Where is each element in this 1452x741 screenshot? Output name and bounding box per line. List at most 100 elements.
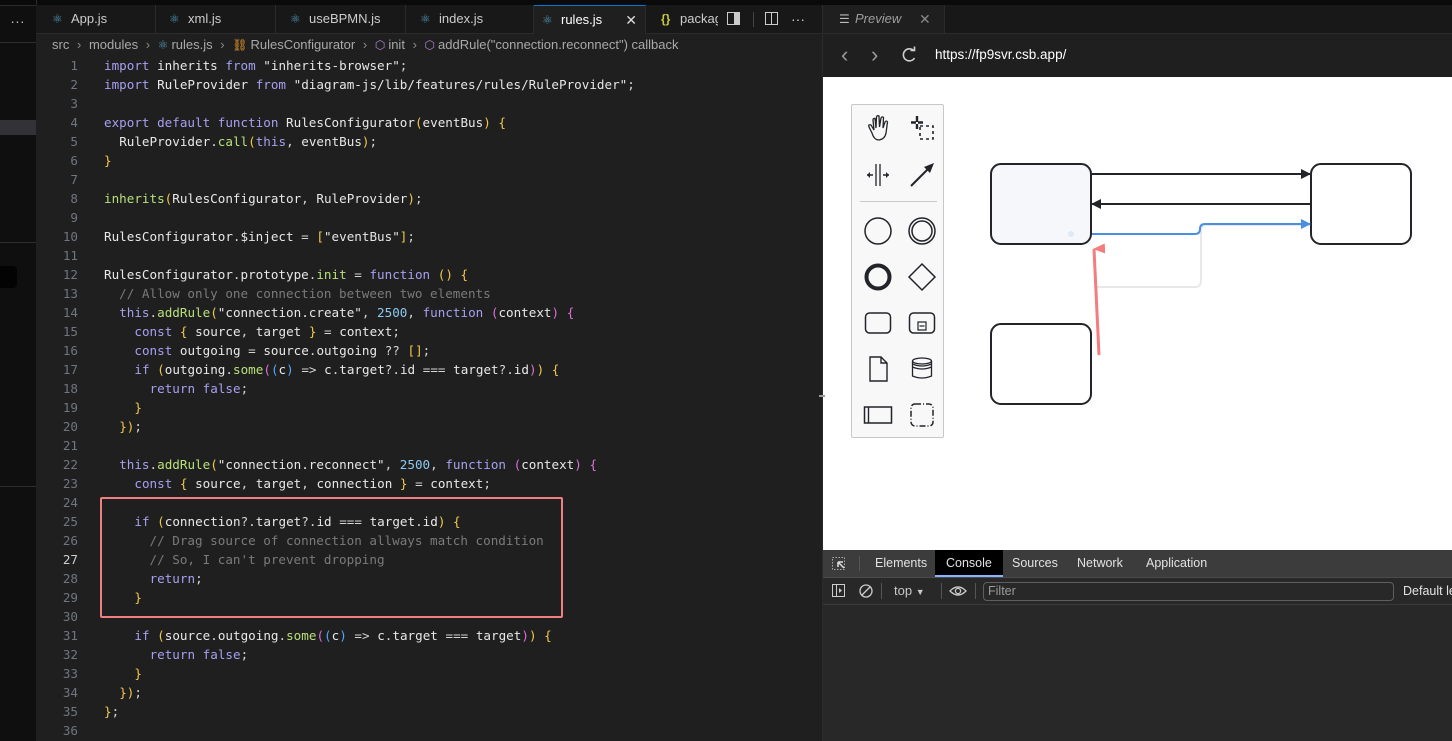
tab-application[interactable]: Application (1146, 550, 1207, 577)
start-event-button[interactable] (858, 211, 898, 251)
lasso-tool-button[interactable] (902, 109, 942, 149)
code-line[interactable]: 35}; (36, 702, 822, 721)
tab-xml-js[interactable]: ⚛ xml.js (156, 5, 276, 33)
code-line[interactable]: 23 const { source, target, connection } … (36, 474, 822, 493)
code-line[interactable]: 4 export default function RulesConfigurat… (36, 113, 822, 132)
clear-console-button[interactable] (858, 578, 874, 604)
code-line[interactable]: 20 }); (36, 417, 822, 436)
react-icon: ⚛ (290, 12, 301, 26)
tab-usebpmn-js[interactable]: ⚛ useBPMN.js (276, 5, 406, 33)
context-selector[interactable]: top ▼ (894, 578, 925, 604)
task-shape-selected[interactable] (990, 163, 1092, 245)
code-line[interactable]: 21 (36, 436, 822, 455)
code-line[interactable]: 31 if (source.outgoing.some((c) => c.tar… (36, 626, 822, 645)
more-actions-button[interactable]: ... (0, 6, 36, 42)
data-store-button[interactable] (902, 349, 942, 389)
subprocess-button[interactable] (902, 303, 942, 343)
code-line[interactable]: 33 } (36, 664, 822, 683)
code-line[interactable]: 10 RulesConfigurator.$inject = ["eventBus… (36, 227, 822, 246)
tab-console[interactable]: Console (935, 550, 1003, 577)
breadcrumb-item-modules[interactable]: modules (89, 34, 138, 56)
tab-package-json[interactable]: {} packag (646, 5, 718, 33)
log-levels-dropdown[interactable]: Default le (1403, 578, 1452, 604)
sidebar-item[interactable] (0, 266, 17, 288)
divider (0, 242, 36, 243)
sequence-flow-reconnecting[interactable] (1092, 219, 1311, 235)
tab-label: useBPMN.js (309, 11, 381, 26)
line-number: 26 (62, 533, 78, 548)
connection-endpoint-handle[interactable] (1068, 231, 1074, 237)
code-line[interactable]: 7 (36, 170, 822, 189)
space-tool-button[interactable] (858, 155, 898, 195)
hand-tool-button[interactable] (858, 109, 898, 149)
intermediate-event-button[interactable] (902, 211, 942, 251)
code-line[interactable]: 16 const outgoing = source.outgoing ?? [… (36, 341, 822, 360)
breadcrumb-item-class[interactable]: RulesConfigurator (250, 34, 355, 56)
code-line[interactable]: 12 RulesConfigurator.prototype.init = fun… (36, 265, 822, 284)
code-line[interactable]: 1 import inherits from "inherits-browser"… (36, 56, 822, 75)
code-line[interactable]: 18 return false; (36, 379, 822, 398)
breadcrumb-item-file[interactable]: rules.js (171, 34, 212, 56)
code-line[interactable]: 32 return false; (36, 645, 822, 664)
task-shape-right[interactable] (1310, 163, 1412, 245)
code-line[interactable]: 9 (36, 208, 822, 227)
code-line[interactable]: 11 (36, 246, 822, 265)
task-button[interactable] (858, 303, 898, 343)
task-shape-bottom[interactable] (990, 323, 1092, 405)
line-number: 1 (70, 58, 78, 73)
sidebar-selected-item[interactable] (0, 120, 36, 135)
forward-button[interactable]: › (871, 34, 878, 76)
breadcrumb-item-method[interactable]: init (388, 34, 405, 56)
reload-button[interactable] (901, 34, 917, 76)
back-button[interactable]: ‹ (841, 34, 848, 76)
url-field[interactable]: https://fp9svr.csb.app/ (935, 34, 1066, 76)
code-line[interactable]: 22 this.addRule("connection.reconnect", … (36, 455, 822, 474)
code-line[interactable]: 36 (36, 721, 822, 740)
inspect-element-button[interactable] (831, 550, 847, 577)
code-line[interactable]: 15 const { source, target } = context; (36, 322, 822, 341)
global-connect-tool-button[interactable] (902, 155, 942, 195)
line-number: 35 (62, 704, 78, 719)
gateway-button[interactable] (902, 257, 942, 297)
code-line[interactable]: 8 inherits(RulesConfigurator, RuleProvide… (36, 189, 822, 208)
code-line[interactable]: 13 // Allow only one connection between … (36, 284, 822, 303)
close-icon[interactable]: ✕ (919, 5, 931, 33)
group-button[interactable] (902, 395, 942, 435)
code-line[interactable]: 34 }); (36, 683, 822, 702)
breadcrumb-item-src[interactable]: src (52, 34, 69, 56)
code-line[interactable]: 17 if (outgoing.some((c) => c.target?.id… (36, 360, 822, 379)
palette-divider (860, 201, 937, 202)
console-filter-input[interactable]: Filter (983, 582, 1394, 601)
resize-handle[interactable] (819, 395, 825, 397)
close-icon[interactable]: ✕ (625, 6, 637, 34)
toggle-panel-button[interactable] (726, 5, 742, 33)
code-line[interactable]: 6} (36, 151, 822, 170)
tab-rules-js[interactable]: ⚛ rules.js ✕ (534, 5, 646, 34)
split-editor-button[interactable] (764, 5, 780, 33)
code-text: } (134, 666, 142, 681)
more-actions-button[interactable]: ··· (791, 5, 805, 33)
tab-preview[interactable]: ☰ Preview ✕ (823, 5, 945, 33)
breadcrumb-item-callback[interactable]: addRule("connection.reconnect") callback (438, 34, 678, 56)
tab-index-js[interactable]: ⚛ index.js (406, 5, 534, 33)
code-editor[interactable]: 1 import inherits from "inherits-browser"… (36, 56, 822, 741)
code-text: if (source.outgoing.some((c) => c.target… (134, 628, 552, 643)
code-line[interactable]: 14 this.addRule("connection.create", 250… (36, 303, 822, 322)
end-event-button[interactable] (858, 257, 898, 297)
bpmn-canvas[interactable] (819, 77, 1452, 550)
json-icon: {} (661, 12, 671, 26)
code-line[interactable]: 19 } (36, 398, 822, 417)
data-object-button[interactable] (858, 349, 898, 389)
pool-button[interactable] (858, 395, 898, 435)
tab-sources[interactable]: Sources (1012, 550, 1058, 577)
code-line[interactable]: 2 import RuleProvider from "diagram-js/li… (36, 75, 822, 94)
tab-app-js[interactable]: ⚛ App.js (36, 5, 156, 33)
chevron-right-icon: › (76, 37, 82, 52)
sidebar-toggle-button[interactable] (831, 578, 847, 604)
tab-elements[interactable]: Elements (875, 550, 927, 577)
tab-network[interactable]: Network (1077, 550, 1123, 577)
code-line[interactable]: 5 RuleProvider.call(this, eventBus); (36, 132, 822, 151)
explorer-sidebar: ... (0, 0, 37, 741)
live-expression-button[interactable] (949, 578, 967, 604)
code-line[interactable]: 3 (36, 94, 822, 113)
